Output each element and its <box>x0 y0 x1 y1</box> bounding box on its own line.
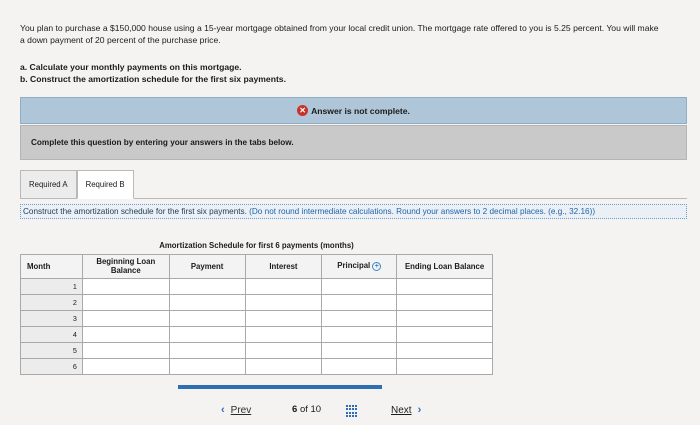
table-row: 3 <box>20 309 493 327</box>
prev-button[interactable]: ‹ Prev <box>221 404 251 416</box>
beginning-balance-input[interactable] <box>81 277 170 295</box>
beginning-balance-input[interactable] <box>81 341 170 359</box>
payment-input[interactable] <box>168 357 246 375</box>
month-cell: 6 <box>20 357 83 375</box>
task-list: a. Calculate your monthly payments on th… <box>20 62 286 85</box>
next-label: Next <box>391 404 412 416</box>
interest-input[interactable] <box>244 277 323 295</box>
table-caption: Amortization Schedule for first 6 paymen… <box>159 241 354 251</box>
tab-bar: Required A Required B <box>20 170 134 199</box>
x-circle-icon: ✕ <box>297 105 309 116</box>
principal-input[interactable] <box>321 357 398 375</box>
principal-input[interactable] <box>321 277 398 295</box>
month-cell: 5 <box>20 341 83 359</box>
pagination: ‹ Prev 6 of 10 Next › <box>0 404 700 424</box>
chevron-left-icon: ‹ <box>221 404 225 416</box>
payment-input[interactable] <box>168 325 246 343</box>
instruction-bar: Complete this question by entering your … <box>20 125 687 160</box>
interest-input[interactable] <box>244 309 323 327</box>
progress-bar <box>178 385 382 389</box>
current-page: 6 <box>292 404 298 415</box>
header-payment: Payment <box>168 253 246 279</box>
ending-balance-input[interactable] <box>396 357 493 375</box>
header-beginning-balance: Beginning Loan Balance <box>81 253 170 279</box>
ending-balance-input[interactable] <box>396 277 493 295</box>
tab-required-a-label: Required A <box>29 180 68 189</box>
principal-input[interactable] <box>321 309 398 327</box>
interest-input[interactable] <box>244 325 323 343</box>
chevron-right-icon: › <box>417 404 422 416</box>
tab-required-b[interactable]: Required B <box>76 170 134 199</box>
beginning-balance-input[interactable] <box>81 325 170 343</box>
table-row: 4 <box>20 325 493 343</box>
beginning-balance-input[interactable] <box>81 309 170 327</box>
question-page: You plan to purchase a $150,000 house us… <box>0 0 700 425</box>
month-cell: 2 <box>20 293 83 311</box>
tab-required-b-label: Required B <box>85 180 125 189</box>
total-pages: 10 <box>310 404 322 415</box>
page-counter: 6 of 10 <box>292 404 321 415</box>
prev-label: Prev <box>230 404 252 416</box>
beginning-balance-input[interactable] <box>81 293 170 311</box>
header-principal: Principal + <box>321 253 398 279</box>
table-row: 6 <box>20 357 493 375</box>
table-row: 5 <box>20 341 493 359</box>
month-cell: 1 <box>20 277 83 295</box>
interest-input[interactable] <box>244 341 323 359</box>
header-ending-balance: Ending Loan Balance <box>396 253 493 279</box>
grid-menu-icon[interactable] <box>346 405 360 417</box>
ending-balance-input[interactable] <box>396 309 493 327</box>
ending-balance-input[interactable] <box>396 341 493 359</box>
principal-input[interactable] <box>321 293 398 311</box>
ending-balance-input[interactable] <box>396 325 493 343</box>
instruction-hint: Construct the amortization schedule for … <box>20 204 687 219</box>
interest-input[interactable] <box>244 357 323 375</box>
header-month: Month <box>20 253 83 279</box>
hint-note: (Do not round intermediate calculations.… <box>249 207 596 216</box>
task-a: a. Calculate your monthly payments on th… <box>20 62 242 72</box>
header-principal-label: Principal <box>337 261 371 271</box>
amortization-table: Amortization Schedule for first 6 paymen… <box>20 238 493 375</box>
ending-balance-input[interactable] <box>396 293 493 311</box>
month-cell: 4 <box>20 325 83 343</box>
answer-status-bar: ✕ Answer is not complete. <box>20 97 687 124</box>
beginning-balance-input[interactable] <box>81 357 170 375</box>
of-label: of <box>299 404 308 415</box>
header-interest: Interest <box>244 253 323 279</box>
interest-input[interactable] <box>244 293 323 311</box>
table-row: 2 <box>20 293 493 311</box>
hint-text: Construct the amortization schedule for … <box>23 207 250 216</box>
payment-input[interactable] <box>168 293 246 311</box>
tab-required-a[interactable]: Required A <box>20 170 77 199</box>
principal-input[interactable] <box>321 341 398 359</box>
info-icon[interactable]: + <box>372 261 382 271</box>
answer-status-text: Answer is not complete. <box>311 105 410 116</box>
payment-input[interactable] <box>168 277 246 295</box>
table-row: 1 <box>20 277 493 295</box>
payment-input[interactable] <box>168 341 246 359</box>
table-header-row: Month Beginning Loan Balance Payment Int… <box>20 253 493 279</box>
instruction-text: Complete this question by entering your … <box>31 138 294 147</box>
month-cell: 3 <box>20 309 83 327</box>
next-button[interactable]: Next › <box>391 404 421 416</box>
payment-input[interactable] <box>168 309 246 327</box>
question-text: You plan to purchase a $150,000 house us… <box>20 23 659 45</box>
principal-input[interactable] <box>321 325 398 343</box>
task-b: b. Construct the amortization schedule f… <box>20 73 286 84</box>
